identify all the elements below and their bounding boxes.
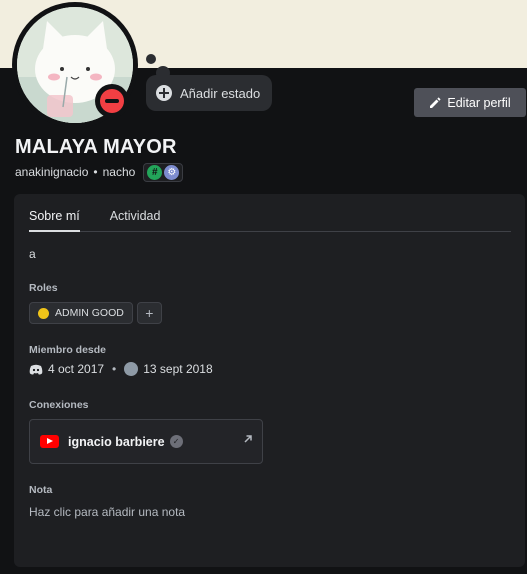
edit-profile-label: Editar perfil [447, 95, 511, 110]
add-role-button[interactable]: + [136, 302, 162, 324]
profile-card: Sobre mí Actividad a Roles ADMIN GOOD + … [14, 194, 525, 567]
separator-dot: • [93, 165, 98, 179]
badge-list: # ⚙ [143, 162, 184, 182]
server-join-date: 13 sept 2018 [143, 362, 213, 376]
role-color-dot [38, 307, 49, 319]
tab-activity[interactable]: Actividad [110, 204, 161, 232]
tab-about-me[interactable]: Sobre mí [29, 204, 80, 232]
role-pill[interactable]: ADMIN GOOD [29, 302, 133, 324]
add-status-button[interactable]: Añadir estado [146, 75, 273, 111]
member-since-title: Miembro desde [29, 344, 107, 356]
member-since-row: 4 oct 2017 • 13 sept 2018 [29, 362, 213, 376]
discord-icon [29, 364, 43, 374]
active-developer-badge-icon[interactable]: # [147, 164, 163, 180]
display-name: MALAYA MAYOR [15, 136, 177, 158]
note-title: Nota [29, 484, 53, 496]
pronouns: nacho [102, 165, 136, 179]
add-status-label: Añadir estado [180, 85, 261, 101]
discord-join-date: 4 oct 2017 [48, 362, 105, 376]
nitro-badge-icon[interactable]: ⚙ [164, 164, 180, 180]
avatar-frame [12, 2, 138, 128]
thought-bubble-dot [146, 54, 156, 64]
about-me-text: a [29, 247, 36, 261]
connection-name: ignacio barbiere [68, 434, 165, 449]
plus-circle-icon [156, 85, 172, 101]
note-input[interactable]: Haz clic para añadir una nota [29, 505, 185, 519]
youtube-icon [40, 435, 59, 448]
connection-card[interactable]: ignacio barbiere ✓ [29, 419, 263, 464]
roles-list: ADMIN GOOD + [29, 302, 162, 324]
dnd-status-icon [95, 84, 129, 118]
profile-tabs: Sobre mí Actividad [29, 204, 511, 232]
edit-profile-button[interactable]: Editar perfil [414, 88, 526, 117]
username[interactable]: anakinignacio [15, 165, 88, 179]
role-name: ADMIN GOOD [55, 307, 124, 319]
username-row: anakinignacio • nacho # ⚙ [15, 162, 184, 182]
external-link-icon[interactable] [242, 433, 254, 445]
connections-title: Conexiones [29, 399, 89, 411]
roles-title: Roles [29, 282, 58, 294]
server-icon [124, 362, 139, 376]
separator-dot: • [112, 362, 117, 376]
verified-icon: ✓ [169, 435, 183, 448]
pencil-icon [430, 96, 441, 108]
